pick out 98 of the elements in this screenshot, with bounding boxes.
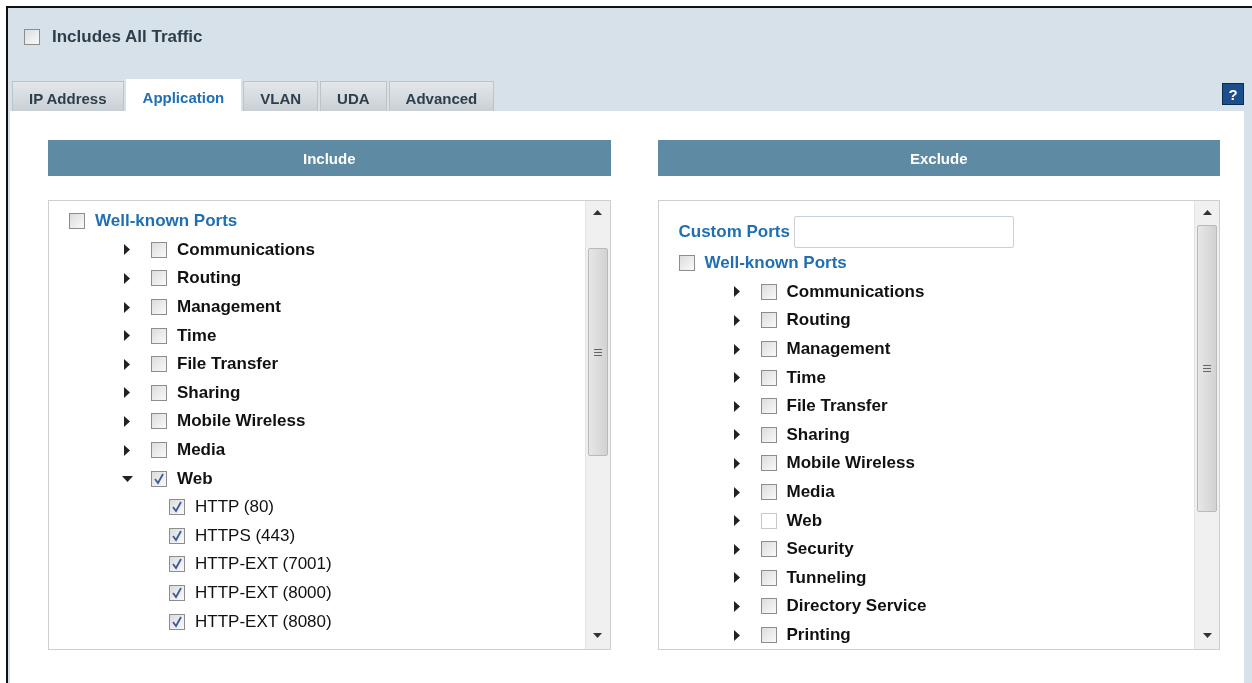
caret-right-icon[interactable] xyxy=(124,387,130,399)
checkbox-label: Includes All Traffic xyxy=(52,27,203,47)
scroll-thumb[interactable] xyxy=(1197,225,1217,512)
caret-right-icon[interactable] xyxy=(733,315,740,326)
checkbox[interactable] xyxy=(151,299,167,316)
checkbox[interactable] xyxy=(760,312,777,329)
tree-item-label: Well-known Ports xyxy=(95,211,238,232)
tree-item-label: HTTPS (443) xyxy=(195,525,296,546)
panel-header: Include xyxy=(48,140,611,176)
checkbox[interactable] xyxy=(760,627,777,643)
caret-right-icon[interactable] xyxy=(124,415,130,427)
caret-right-icon[interactable] xyxy=(733,543,740,555)
tree-item-label: Communications xyxy=(786,281,925,302)
checkbox[interactable] xyxy=(151,384,167,401)
checkbox[interactable] xyxy=(151,327,167,344)
tab[interactable]: VLAN xyxy=(243,81,319,111)
tree-item-label: Printing xyxy=(786,625,851,645)
checkbox[interactable] xyxy=(151,241,167,258)
scrollbar[interactable] xyxy=(1194,201,1219,649)
tree-item-label: Security xyxy=(786,539,854,560)
tree-item-label: Routing xyxy=(786,310,851,331)
caret-right-icon[interactable] xyxy=(124,358,130,370)
tree-item-label: Sharing xyxy=(177,382,241,403)
caret-right-icon[interactable] xyxy=(733,429,740,441)
tree-item-label: Mobile Wireless xyxy=(177,411,306,432)
caret-right-icon[interactable] xyxy=(733,343,740,355)
checkbox[interactable] xyxy=(169,499,185,516)
checkbox[interactable] xyxy=(760,541,777,558)
scrollbar[interactable] xyxy=(584,201,610,649)
tree-item-label: HTTP-EXT (8000) xyxy=(195,583,332,603)
tree-item-label: HTTP-EXT (8080) xyxy=(195,611,332,632)
scroll-down-icon[interactable] xyxy=(593,633,602,638)
tree-item-label: Sharing xyxy=(786,424,850,445)
caret-right-icon[interactable] xyxy=(124,444,130,456)
checkbox[interactable] xyxy=(760,341,777,358)
checkbox[interactable] xyxy=(169,613,185,630)
checkbox[interactable] xyxy=(760,569,777,586)
checkbox[interactable] xyxy=(760,398,777,415)
caret-right-icon[interactable] xyxy=(733,400,740,412)
tree-item-label: Well-known Ports xyxy=(704,253,847,274)
tree-item-label: HTTP-EXT (7001) xyxy=(195,554,332,575)
tree-item-label: Media xyxy=(786,482,835,503)
caret-right-icon[interactable] xyxy=(733,629,740,641)
caret-right-icon[interactable] xyxy=(124,273,130,284)
caret-right-icon[interactable] xyxy=(733,600,740,612)
checkbox[interactable] xyxy=(151,442,167,459)
checkbox[interactable] xyxy=(151,413,167,430)
tree-item-label: Management xyxy=(786,339,891,360)
caret-right-icon[interactable] xyxy=(124,244,130,256)
checkbox[interactable] xyxy=(760,455,777,472)
scroll-up-icon[interactable] xyxy=(593,210,602,215)
checkbox[interactable] xyxy=(151,356,167,373)
checkbox[interactable] xyxy=(760,426,777,443)
caret-right-icon[interactable] xyxy=(733,457,740,469)
checkbox[interactable] xyxy=(169,556,185,573)
checkbox[interactable] xyxy=(151,470,167,487)
scroll-up-icon[interactable] xyxy=(1202,210,1212,215)
caret-right-icon[interactable] xyxy=(733,286,740,298)
tree-item-label: Time xyxy=(177,325,217,346)
panel-header: Exclude xyxy=(657,140,1220,176)
custom-ports-field[interactable] xyxy=(793,216,1014,248)
tree-item-label: Directory Service xyxy=(786,596,927,617)
checkbox[interactable] xyxy=(760,598,777,615)
checkbox[interactable] xyxy=(169,527,185,544)
checkbox[interactable] xyxy=(69,213,85,230)
caret-down-icon[interactable] xyxy=(121,475,133,482)
tree-item-label: File Transfer xyxy=(177,354,279,375)
checkbox[interactable] xyxy=(678,255,695,272)
field-label: Custom Ports xyxy=(678,222,790,242)
checkbox[interactable] xyxy=(151,270,167,287)
tree-item-label: Routing xyxy=(177,268,242,289)
tree-item-label: Mobile Wireless xyxy=(786,453,915,474)
tree-item-label: Communications xyxy=(177,239,315,260)
tab[interactable]: Advanced xyxy=(388,81,495,111)
tree-item-label: HTTP (80) xyxy=(195,497,275,518)
caret-right-icon[interactable] xyxy=(733,486,740,498)
tree-item-label: Management xyxy=(177,297,281,318)
checkbox[interactable] xyxy=(169,585,185,601)
help-button[interactable]: ? xyxy=(1222,83,1244,105)
tab[interactable]: Application xyxy=(125,79,242,111)
scroll-thumb[interactable] xyxy=(587,248,608,456)
tree-item-label: Media xyxy=(177,440,226,461)
tree-item-label: Web xyxy=(177,468,213,489)
caret-right-icon[interactable] xyxy=(124,301,130,313)
caret-right-icon[interactable] xyxy=(733,572,740,584)
checkbox[interactable] xyxy=(760,283,777,300)
checkbox[interactable] xyxy=(760,369,777,386)
tab[interactable]: UDA xyxy=(320,81,387,111)
caret-right-icon[interactable] xyxy=(124,330,130,342)
tab[interactable]: IP Address xyxy=(12,81,124,111)
checkbox[interactable] xyxy=(760,484,777,501)
caret-right-icon[interactable] xyxy=(733,372,740,384)
checkbox[interactable] xyxy=(24,29,40,45)
tree-item-label: Time xyxy=(786,367,826,388)
tree-item-label: Web xyxy=(786,510,823,531)
tree-item-label: Tunneling xyxy=(786,567,867,588)
tree-item-label: File Transfer xyxy=(786,396,888,417)
scroll-down-icon[interactable] xyxy=(1202,633,1212,638)
